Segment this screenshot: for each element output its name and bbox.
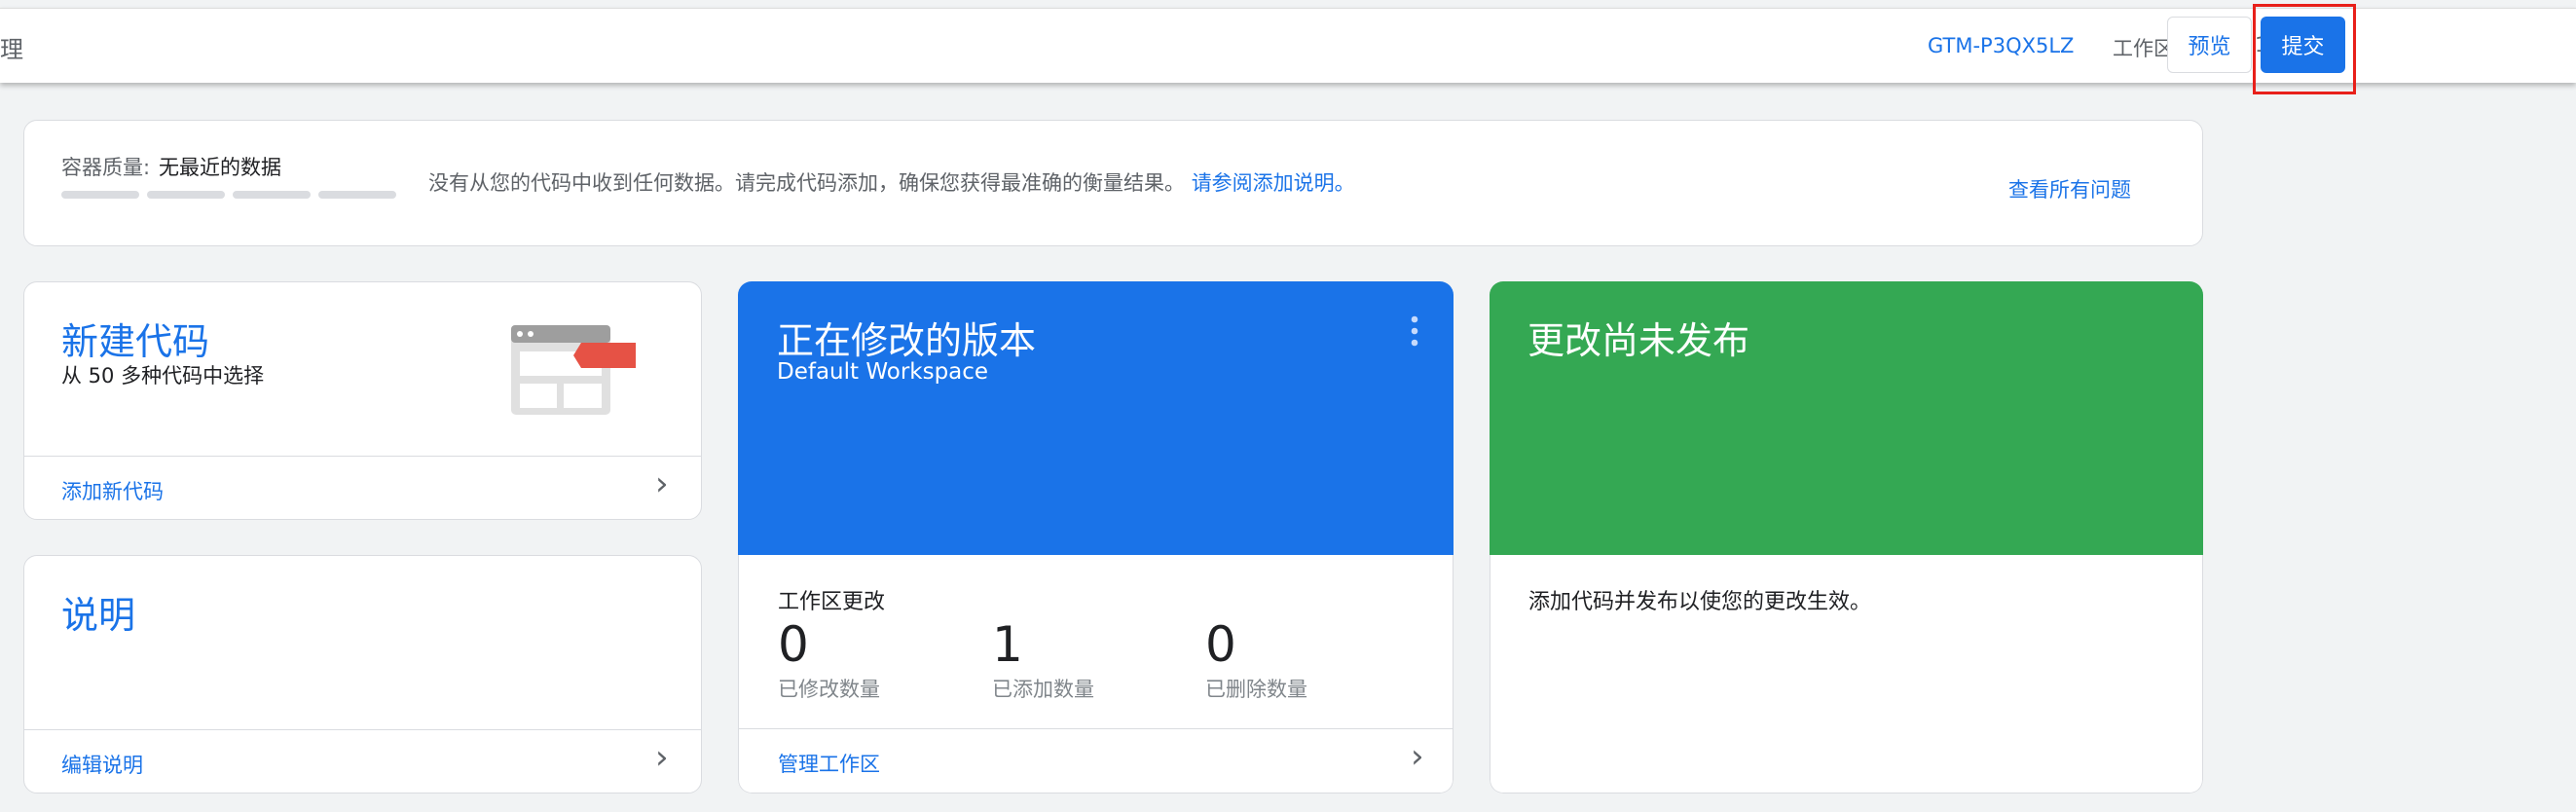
stat-label: 已修改数量 [778,678,880,701]
highlight-box [2253,4,2356,94]
help-link[interactable]: 请参阅添加说明。 [1192,171,1355,195]
stat-value: 1 [992,616,1023,673]
preview-button[interactable]: 预览 [2167,17,2252,73]
new-tag-title: 新建代码 [61,320,210,363]
workspace-changes-title: 工作区更改 [778,590,886,614]
manage-workspaces-link[interactable]: 管理工作区 [778,749,880,778]
unpublished-body: 添加代码并发布以使您的更改生效。 [1490,555,2203,794]
stat-label: 已删除数量 [1205,678,1307,701]
manage-workspaces-row[interactable]: 管理工作区 › [739,729,1453,794]
quality-message-row: 没有从您的代码中收到任何数据。请完成代码添加，确保您获得最准确的衡量结果。 请参… [428,167,1355,197]
quality-bar [61,191,139,199]
workspace-name: Default Workspace [777,359,989,385]
stat-label: 已添加数量 [992,678,1094,701]
tag-illustration-icon [511,325,636,415]
quality-bar [147,191,225,199]
stat-modified: 0 已修改数量 [778,615,880,703]
add-new-tag-link[interactable]: 添加新代码 [61,476,164,505]
container-id-link[interactable]: GTM-P3QX5LZ [1928,34,2074,57]
stat-added: 1 已添加数量 [992,615,1094,703]
stat-deleted: 0 已删除数量 [1205,615,1307,703]
quality-label: 容器质量: [61,156,151,179]
edit-description-row[interactable]: 编辑说明 › [24,730,701,793]
stat-value: 0 [1205,616,1236,673]
chevron-right-icon: › [655,738,669,777]
description-card: 说明 编辑说明 › [23,555,702,794]
unpublished-message: 添加代码并发布以使您的更改生效。 [1528,590,1872,614]
workspace-card: 正在修改的版本 Default Workspace 工作区更改 0 已修改数量 … [738,281,1454,794]
quality-bar [233,191,311,199]
container-quality-card: 容器质量: 无最近的数据 没有从您的代码中收到任何数据。请完成代码添加，确保您获… [23,120,2203,246]
chevron-right-icon: › [655,464,669,503]
view-all-issues-link[interactable]: 查看所有问题 [2008,174,2131,203]
add-new-tag-row[interactable]: 添加新代码 › [24,457,701,519]
new-tag-card: 新建代码 从 50 多种代码中选择 添加新代码 › [23,281,702,520]
breadcrumb-text: 理 [0,36,23,63]
quality-bar [318,191,396,199]
stat-value: 0 [778,616,809,673]
unpublished-changes-card: 更改尚未发布 添加代码并发布以使您的更改生效。 [1490,281,2203,794]
edit-description-link[interactable]: 编辑说明 [61,750,143,779]
workspace-header: 正在修改的版本 Default Workspace [738,281,1454,555]
workspace-title: 正在修改的版本 [777,319,1037,362]
more-vert-icon[interactable] [1410,314,1419,348]
chevron-right-icon: › [1411,737,1424,776]
workspace-body: 工作区更改 0 已修改数量 1 已添加数量 0 已删除数量 管理工作区 › [738,555,1454,794]
unpublished-title: 更改尚未发布 [1527,319,1750,362]
new-tag-subtitle: 从 50 多种代码中选择 [61,364,265,388]
unpublished-header: 更改尚未发布 [1490,281,2203,555]
description-title: 说明 [61,594,136,637]
quality-message: 没有从您的代码中收到任何数据。请完成代码添加，确保您获得最准确的衡量结果。 [428,171,1185,195]
quality-status: 无最近的数据 [159,156,281,179]
